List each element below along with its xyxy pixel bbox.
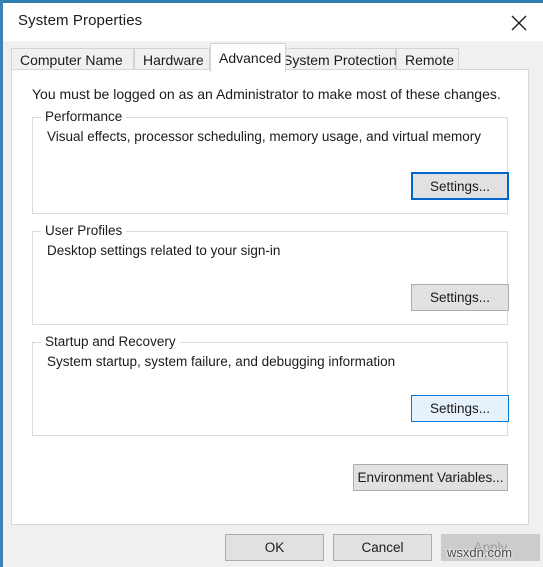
ok-button[interactable]: OK <box>225 534 324 561</box>
administrator-note: You must be logged on as an Administrato… <box>32 86 501 102</box>
group-performance: Performance Visual effects, processor sc… <box>32 109 509 214</box>
window-title: System Properties <box>18 12 143 29</box>
window-frame-left-accent <box>0 0 3 567</box>
system-properties-dialog: System Properties Computer Name Hardware… <box>0 0 543 567</box>
group-user-profiles-legend: User Profiles <box>41 223 127 238</box>
group-performance-legend: Performance <box>41 109 127 124</box>
environment-variables-button[interactable]: Environment Variables... <box>353 464 508 491</box>
group-performance-description: Visual effects, processor scheduling, me… <box>47 129 481 144</box>
tab-advanced[interactable]: Advanced <box>210 43 286 72</box>
performance-settings-button[interactable]: Settings... <box>411 172 509 200</box>
close-icon <box>511 15 527 31</box>
close-button[interactable] <box>498 3 543 41</box>
user-profiles-settings-button[interactable]: Settings... <box>411 284 509 311</box>
group-user-profiles: User Profiles Desktop settings related t… <box>32 223 509 325</box>
group-user-profiles-description: Desktop settings related to your sign-in <box>47 243 281 258</box>
cancel-button[interactable]: Cancel <box>333 534 432 561</box>
tab-strip: Computer Name Hardware Advanced System P… <box>3 41 543 72</box>
group-startup-recovery-legend: Startup and Recovery <box>41 334 180 349</box>
group-startup-recovery: Startup and Recovery System startup, sys… <box>32 334 509 436</box>
title-bar: System Properties <box>3 3 543 41</box>
group-startup-recovery-description: System startup, system failure, and debu… <box>47 354 396 369</box>
site-watermark: wsxdn.com <box>447 545 513 560</box>
startup-recovery-settings-button[interactable]: Settings... <box>411 395 509 422</box>
tab-page-advanced: You must be logged on as an Administrato… <box>11 69 529 525</box>
